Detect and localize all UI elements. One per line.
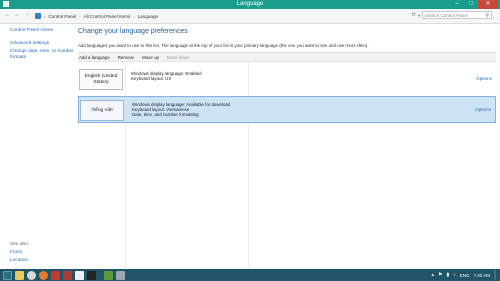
up-button[interactable]: ↑ — [24, 12, 31, 19]
breadcrumb-control-panel[interactable]: Control Panel — [48, 14, 76, 19]
maximize-button[interactable]: □ — [464, 0, 478, 9]
flag-icon[interactable]: ⚑ — [438, 272, 442, 278]
see-also-location-link[interactable]: Location — [10, 258, 28, 263]
language-row-vietnamese[interactable]: Tiếng Việt Windows display language: Ava… — [78, 96, 496, 123]
title-bar: Language – □ ✕ — [0, 0, 500, 9]
network-icon[interactable]: ▮ — [446, 272, 449, 278]
breadcrumb-separator[interactable]: › — [79, 14, 80, 19]
search-placeholder: Search Control Panel — [425, 13, 468, 18]
sidebar-item-advanced-settings[interactable]: Advanced settings — [10, 41, 49, 46]
refresh-icon[interactable]: ⟳ — [412, 12, 416, 18]
close-button[interactable]: ✕ — [478, 0, 498, 9]
system-tray: ▴ ⚑ ▮ ♪ ENG 7:40 AM — [431, 269, 496, 281]
breadcrumb-language[interactable]: Language — [138, 14, 158, 19]
show-desktop-button[interactable] — [494, 270, 496, 280]
language-details: Windows display language: Available for … — [132, 102, 230, 118]
firefox-icon[interactable] — [39, 270, 48, 280]
breadcrumb-all-items[interactable]: All Control Panel Items — [84, 14, 131, 19]
start-button[interactable] — [3, 270, 12, 280]
breadcrumb-separator[interactable]: › — [133, 14, 134, 19]
see-also-label: See also — [10, 241, 28, 246]
minimize-button[interactable]: – — [450, 0, 464, 9]
language-name[interactable]: English (United States) — [79, 69, 123, 90]
control-panel-icon — [35, 13, 41, 19]
language-name[interactable]: Tiếng Việt — [80, 100, 124, 121]
address-dropdown-icon[interactable]: ▾ — [418, 13, 420, 18]
file-explorer-icon[interactable] — [15, 270, 24, 280]
move-up-button[interactable]: Move up — [142, 55, 159, 60]
address-bar: ← → ↑ › Control Panel › All Control Pane… — [0, 9, 500, 24]
volume-icon[interactable]: ♪ — [453, 272, 456, 278]
chrome-icon[interactable] — [27, 270, 36, 280]
page-title: Change your language preferences — [78, 28, 188, 35]
breadcrumb-separator[interactable]: › — [44, 14, 45, 19]
sidebar: Control Panel Home Advanced settings Cha… — [0, 24, 74, 269]
see-also-fonts-link[interactable]: Fonts — [10, 250, 22, 255]
input-language-indicator[interactable]: ENG — [460, 273, 470, 278]
search-input[interactable]: Search Control Panel ⚲ — [422, 11, 492, 19]
add-language-button[interactable]: Add a language — [79, 55, 110, 60]
formatting-status: Date, time, and number formatting — [132, 112, 199, 118]
column-divider — [125, 62, 126, 269]
clock[interactable]: 7:40 AM — [473, 273, 490, 278]
show-hidden-icons-icon[interactable]: ▴ — [431, 272, 434, 278]
language-toolbar: Add a language Remove Move up Move down — [78, 52, 496, 62]
language-row-english[interactable]: English (United States) Windows display … — [78, 66, 496, 93]
main-content: Change your language preferences Add lan… — [78, 24, 500, 269]
email-icon[interactable] — [51, 270, 60, 280]
cmd-icon[interactable] — [87, 270, 96, 280]
window-title: Language — [236, 1, 264, 7]
pdf-icon[interactable] — [63, 270, 72, 280]
window-controls: – □ ✕ — [450, 0, 498, 9]
control-panel-icon[interactable] — [104, 270, 113, 280]
sidebar-item-date-time-formats[interactable]: Change date, time, or number formats — [10, 49, 75, 60]
options-link[interactable]: Options — [476, 76, 492, 81]
move-down-button[interactable]: Move down — [167, 55, 189, 60]
column-divider — [248, 62, 249, 269]
keyboard-layout: Keyboard layout: US — [131, 76, 172, 82]
remove-button[interactable]: Remove — [118, 55, 134, 60]
search-icon[interactable]: ⚲ — [485, 12, 489, 20]
language-details: Windows display language: Enabled Keyboa… — [131, 71, 202, 81]
options-link[interactable]: Options — [475, 107, 491, 112]
breadcrumb[interactable]: › Control Panel › All Control Panel Item… — [35, 12, 400, 20]
taskbar: ▴ ⚑ ▮ ♪ ENG 7:40 AM — [0, 269, 500, 281]
back-button[interactable]: ← — [4, 12, 11, 19]
page-description: Add languages you want to use to this li… — [78, 43, 369, 48]
sidebar-item-control-panel-home[interactable]: Control Panel Home — [10, 28, 53, 33]
notepad-icon[interactable] — [75, 270, 84, 280]
calculator-icon[interactable] — [116, 270, 125, 280]
forward-button[interactable]: → — [13, 12, 20, 19]
